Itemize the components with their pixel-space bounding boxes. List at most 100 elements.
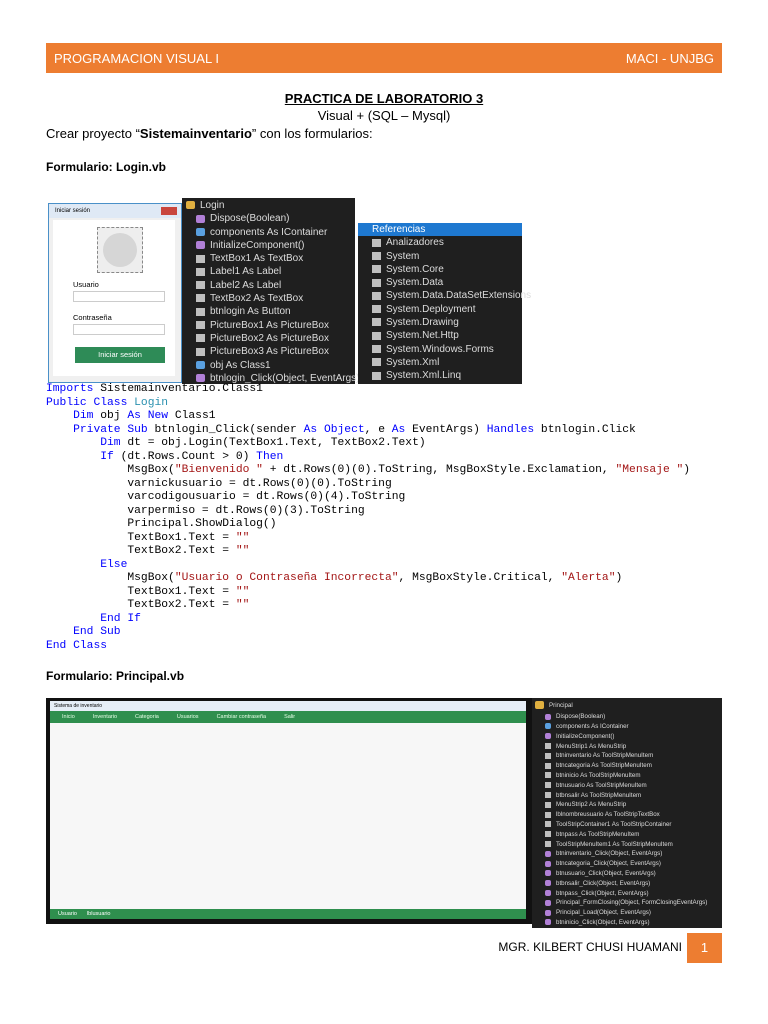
code-token: Dim: [46, 410, 101, 422]
code-listing: Imports Sistemainventario.Class1 Public C…: [46, 383, 690, 653]
reference-label: System.Deployment: [386, 303, 476, 315]
member-label: TextBox2 As TextBox: [210, 293, 304, 305]
code-token: + dt.Rows(0)(0).ToString, MsgBoxStyle.Ex…: [262, 464, 616, 476]
member-item: TextBox1 As TextBox: [186, 252, 351, 265]
member-label: InitializeComponent(): [210, 239, 305, 251]
code-line: TextBox1.Text = "": [46, 532, 690, 546]
code-token: "": [235, 545, 250, 557]
member-label: btnlogin As Button: [210, 306, 291, 318]
member-item: btnusuario As ToolStripMenuItem: [535, 781, 719, 791]
method-icon: [545, 850, 551, 857]
member-label: Label2 As Label: [210, 279, 282, 291]
field-icon: [545, 782, 551, 789]
member-item: InitializeComponent(): [535, 732, 719, 742]
reference-label: System.Data.DataSetExtensions: [386, 290, 532, 302]
member-item: btbnsalir_Click(Object, EventArgs): [535, 879, 719, 889]
method-icon: [545, 919, 551, 926]
intro-text: Crear proyecto “Sistemainventario” con l…: [46, 126, 373, 141]
code-token: "Alerta": [561, 572, 616, 584]
page: { "header":{"left":"PROGRAMACION VISUAL …: [0, 0, 768, 1024]
code-token: (dt.Rows.Count > 0): [120, 450, 257, 463]
code-token: As: [391, 423, 413, 436]
member-label: btncategoria As ToolStripMenuItem: [556, 762, 652, 770]
code-token: If: [46, 450, 121, 463]
code-token: Login: [134, 396, 169, 409]
field-icon: [545, 841, 551, 848]
code-token: TextBox2.Text =: [46, 599, 236, 611]
status-user-label: Usuario: [58, 911, 77, 917]
member-item: MenuStrip1 As MenuStrip: [535, 742, 719, 752]
code-token: EventArgs): [412, 423, 487, 436]
code-token: TextBox1.Text =: [46, 531, 236, 544]
assembly-icon: [372, 371, 381, 380]
code-line: End Class: [46, 640, 690, 654]
doc-title: PRACTICA DE LABORATORIO 3: [284, 91, 484, 106]
menu-item-3[interactable]: Usuarios: [177, 714, 199, 720]
member-label: btninventario As ToolStripMenuItem: [556, 752, 654, 760]
object-icon: [545, 723, 551, 730]
menu-item-0[interactable]: Inicio: [62, 714, 75, 720]
login-form-screenshot: Iniciar sesión Usuario Contraseña Inicia…: [48, 203, 182, 383]
menu-item-1[interactable]: Inventario: [93, 714, 117, 720]
assembly-icon: [372, 265, 381, 274]
member-item: Dispose(Boolean): [186, 212, 351, 225]
member-label: PictureBox2 As PictureBox: [210, 332, 329, 344]
member-label: btninicio As ToolStripMenuItem: [556, 772, 641, 780]
member-root-label: Principal: [549, 702, 573, 709]
member-label: btbnsalir_Click(Object, EventArgs): [556, 879, 651, 887]
member-label: Label1 As Label: [210, 266, 282, 278]
menu-item-2[interactable]: Categoria: [135, 714, 159, 720]
assembly-icon: [372, 305, 381, 314]
code-token: End Sub: [46, 626, 121, 638]
method-icon: [196, 374, 205, 383]
code-line: MsgBox("Usuario o Contraseña Incorrecta"…: [46, 572, 690, 586]
member-item: PictureBox2 As PictureBox: [186, 332, 351, 345]
code-line: Principal.ShowDialog(): [46, 518, 690, 532]
code-token: ): [683, 464, 691, 476]
intro-post: ” con los formularios:: [251, 126, 373, 141]
member-item: btncategoria As ToolStripMenuItem: [535, 761, 719, 771]
code-token: "Usuario o Contraseña Incorrecta": [174, 572, 399, 584]
close-icon[interactable]: [161, 207, 177, 215]
menu-item-4[interactable]: Cambiar contraseña: [217, 714, 267, 720]
member-label: Principal_FormClosing(Object, FormClosin…: [556, 899, 708, 907]
code-line: Private Sub btnlogin_Click(sender As Obj…: [46, 424, 690, 438]
code-line: varpermiso = dt.Rows(0)(3).ToString: [46, 505, 690, 519]
password-input[interactable]: [73, 324, 165, 335]
field-icon: [196, 294, 205, 303]
menu-item-5[interactable]: Salir: [284, 714, 295, 720]
code-line: Dim obj As New Class1: [46, 410, 690, 424]
login-button[interactable]: Iniciar sesión: [75, 347, 165, 363]
member-label: Dispose(Boolean): [556, 713, 606, 721]
field-icon: [196, 334, 205, 343]
code-token: varcodigousuario = dt.Rows(0)(4).ToStrin…: [46, 491, 406, 503]
password-label: Contraseña: [73, 313, 112, 322]
assembly-icon: [372, 331, 381, 340]
code-token: , e: [364, 423, 392, 436]
code-token: Sistemainventario.Class1: [100, 383, 263, 395]
member-label: ToolStripMenuItem1 As ToolStripMenuItem: [556, 840, 673, 848]
login-class-members: Login Dispose(Boolean) components As ICont…: [182, 198, 360, 384]
member-item: btninventario_Click(Object, EventArgs): [535, 849, 719, 859]
code-token: ): [615, 572, 623, 584]
field-icon: [196, 307, 205, 316]
code-line: Imports Sistemainventario.Class1: [46, 383, 690, 397]
code-token: Then: [256, 450, 284, 463]
principal-menu: Inicio Inventario Categoria Usuarios Cambiar…: [50, 711, 526, 723]
username-input[interactable]: [73, 291, 165, 302]
code-token: Imports: [46, 383, 101, 395]
code-line: End If: [46, 613, 690, 627]
code-line: TextBox2.Text = "": [46, 599, 690, 613]
member-root: Login: [186, 199, 351, 212]
assembly-icon: [372, 345, 381, 354]
member-label: PictureBox3 As PictureBox: [210, 346, 329, 358]
assembly-icon: [372, 238, 381, 247]
object-icon: [196, 360, 205, 369]
member-label: MenuStrip2 As MenuStrip: [556, 801, 627, 809]
code-token: "": [235, 585, 250, 598]
form1-heading: Formulario: Login.vb: [46, 160, 166, 174]
member-item: btnpass As ToolStripMenuItem: [535, 830, 719, 840]
member-item: PictureBox3 As PictureBox: [186, 345, 351, 358]
code-token: End Class: [46, 639, 108, 652]
reference-label: System.Core: [386, 263, 444, 275]
